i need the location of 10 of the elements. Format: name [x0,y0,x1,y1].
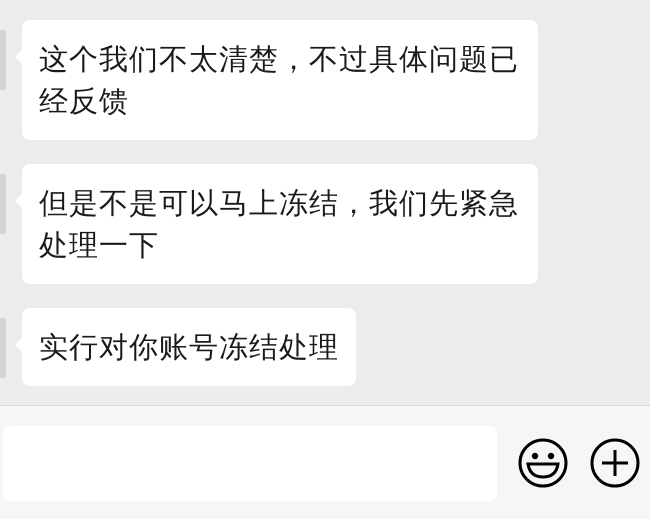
emoji-button[interactable] [517,436,569,488]
smiley-icon [517,436,569,488]
avatar [0,318,6,378]
avatar [0,174,6,234]
message-bubble: 这个我们不太清楚，不过具体问题已经反馈 [22,20,538,140]
avatar [0,30,6,90]
add-button[interactable] [589,436,641,488]
plus-icon [589,436,641,488]
message-bubble: 实行对你账号冻结处理 [22,308,356,386]
message-bubble: 但是不是可以马上冻结，我们先紧急处理一下 [22,164,538,284]
